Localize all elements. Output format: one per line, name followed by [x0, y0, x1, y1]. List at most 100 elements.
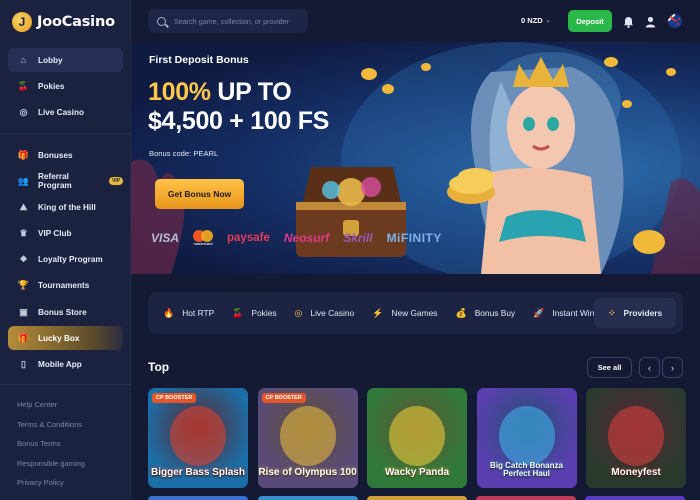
sidebar-item-label: Mobile App: [38, 360, 82, 369]
game-card-row2[interactable]: [367, 496, 467, 500]
grid-icon: ⁘: [608, 307, 616, 318]
sidebar-item-pokies[interactable]: 🍒 Pokies: [8, 74, 123, 98]
game-title: Big Catch Bonanza Perfect Haul: [490, 461, 563, 478]
game-title: Bigger Bass Splash: [151, 467, 245, 478]
rocket-icon: 🚀: [533, 307, 545, 318]
game-card-row2[interactable]: [258, 496, 358, 500]
skrill-logo: Skrill: [343, 231, 373, 245]
tab-new-games[interactable]: ⚡ New Games: [363, 298, 446, 328]
carousel-prev-button[interactable]: ‹: [639, 357, 660, 378]
tab-providers[interactable]: ⁘ Providers: [594, 298, 677, 328]
sidebar-item-lucky-box[interactable]: 🎁 Lucky Box: [8, 326, 123, 351]
sidebar: J JooCasino ⌂ Lobby 🍒 Pokies ◎ Live Casino 🎁 B…: [0, 0, 131, 500]
balance-selector[interactable]: 0 NZD ⌄: [521, 16, 551, 25]
sidebar-item-label: VIP Club: [38, 229, 72, 239]
neosurf-logo: Neosurf: [283, 231, 330, 245]
game-carousel: CP BOOSTER Bigger Bass Splash CP BOOSTER Ri…: [148, 388, 686, 488]
tab-live-casino[interactable]: ◎ Live Casino: [286, 298, 364, 328]
payment-methods: VISA mastercard paysafe Neosurf Skrill M…: [151, 230, 442, 246]
user-profile-icon[interactable]: [645, 15, 656, 33]
see-all-button[interactable]: See all: [587, 357, 632, 378]
tab-label: Instant Win: [552, 308, 594, 318]
sidebar-item-label: Lucky Box: [38, 333, 80, 343]
brand-logo[interactable]: J JooCasino: [12, 12, 115, 32]
bonus-title: First Deposit Bonus: [149, 54, 249, 66]
sidebar-divider: [0, 133, 131, 134]
game-card-row2[interactable]: [148, 496, 248, 500]
mastercard-circles-icon: [193, 230, 214, 242]
gift-icon: 🎁: [17, 149, 30, 160]
bonus-headline-rest: UP TO: [210, 78, 292, 106]
sidebar-item-label: Referral Program: [38, 172, 72, 191]
game-card-rise-of-olympus-100[interactable]: CP BOOSTER Rise of Olympus 100: [257, 388, 358, 488]
bonus-code: Bonus code: PEARL: [149, 149, 219, 158]
language-flag-icon[interactable]: [668, 14, 682, 28]
sidebar-item-referral-program[interactable]: 👥 Referral Program VIP: [8, 169, 123, 193]
get-bonus-button[interactable]: Get Bonus Now: [155, 179, 244, 209]
help-center-link[interactable]: Help Center: [17, 398, 85, 418]
mifinity-logo: MiFINITY: [386, 231, 442, 245]
game-title: Rise of Olympus 100: [258, 467, 357, 478]
responsible-gaming-link[interactable]: Responsible gaming: [17, 457, 85, 477]
tab-instant-win[interactable]: 🚀 Instant Win: [524, 298, 594, 328]
tab-pokies[interactable]: 🍒 Pokies: [223, 298, 285, 328]
section-title: Top: [148, 360, 170, 374]
sidebar-divider: [0, 384, 131, 385]
sidebar-item-label: Bonus Store: [38, 307, 87, 317]
deposit-button[interactable]: Deposit: [568, 10, 612, 32]
tab-label: Hot RTP: [182, 308, 215, 318]
sidebar-item-vip-club[interactable]: ♛ VIP Club: [8, 222, 123, 246]
game-card-wacky-panda[interactable]: Wacky Panda: [367, 388, 467, 488]
mastercard-text: mastercard: [193, 242, 213, 246]
bag-icon: 💰: [455, 307, 467, 318]
bonus-terms-link[interactable]: Bonus Terms: [17, 437, 85, 457]
bonus-percent: 100%: [148, 78, 211, 106]
cherries-icon: 🍒: [17, 80, 30, 91]
sidebar-item-bonus-store[interactable]: ▣ Bonus Store: [8, 300, 123, 324]
sidebar-item-king-of-the-hill[interactable]: ⛰ King of the Hill: [8, 195, 123, 219]
search-bar[interactable]: [148, 9, 308, 33]
game-card-row2[interactable]: [585, 496, 685, 500]
sidebar-item-live-casino[interactable]: ◎ Live Casino: [8, 100, 123, 124]
game-card-row2[interactable]: [476, 496, 576, 500]
game-card-moneyfest[interactable]: Moneyfest: [586, 388, 686, 488]
sidebar-item-tournaments[interactable]: 🏆 Tournaments: [8, 274, 123, 298]
notifications-bell-icon[interactable]: [623, 15, 634, 33]
game-card-big-catch-bonanza-perfect-haul[interactable]: Big Catch Bonanza Perfect Haul: [476, 388, 577, 488]
game-badge: CP BOOSTER: [261, 393, 306, 403]
sidebar-item-loyalty-program[interactable]: ❖ Loyalty Program: [8, 248, 123, 272]
promo-banner[interactable]: First Deposit Bonus 100% UP TO $4,500 + …: [131, 42, 700, 274]
tab-hot-rtp[interactable]: 🔥 Hot RTP: [154, 298, 223, 328]
terms-link[interactable]: Terms & Conditions: [17, 418, 85, 438]
sidebar-item-label: Live Casino: [38, 107, 84, 117]
users-icon: 👥: [17, 175, 30, 186]
category-tabs-list: 🔥 Hot RTP 🍒 Pokies ◎ Live Casino ⚡ New Games 💰 Bo…: [154, 298, 594, 328]
bonus-amount: $4,500 + 100 FS: [148, 107, 330, 135]
tab-bonus-buy[interactable]: 💰 Bonus Buy: [446, 298, 524, 328]
sidebar-item-mobile-app[interactable]: ▯ Mobile App: [8, 353, 123, 377]
tab-label: Bonus Buy: [474, 308, 516, 318]
roulette-icon: ◎: [294, 307, 303, 318]
sidebar-item-bonuses[interactable]: 🎁 Bonuses: [8, 143, 123, 167]
mountain-icon: ⛰: [19, 201, 28, 212]
crown-icon: ♛: [19, 228, 28, 239]
game-card-bigger-bass-splash[interactable]: CP BOOSTER Bigger Bass Splash: [148, 388, 248, 488]
privacy-policy-link[interactable]: Privacy Policy: [17, 476, 85, 496]
sidebar-item-label: Loyalty Program: [38, 255, 103, 265]
sidebar-item-label: Pokies: [38, 81, 65, 91]
bonus-headline: 100% UP TO $4,500 + 100 FS: [148, 78, 329, 136]
search-input[interactable]: [174, 16, 304, 26]
game-title: Moneyfest: [611, 467, 661, 478]
balance-value: 0 NZD: [521, 16, 543, 25]
sidebar-item-lobby[interactable]: ⌂ Lobby: [8, 48, 123, 72]
carousel-next-button[interactable]: ›: [662, 357, 683, 378]
roulette-icon: ◎: [19, 106, 28, 117]
trophy-icon: 🏆: [17, 280, 30, 291]
sidebar-item-label: King of the Hill: [38, 202, 96, 212]
trophy-star-icon: ❖: [19, 254, 28, 265]
tab-label: Live Casino: [310, 308, 355, 318]
logo-mark-icon: J: [12, 12, 32, 32]
sidebar-item-label: Tournaments: [38, 281, 90, 291]
search-icon: [157, 16, 166, 26]
paysafe-logo: paysafe: [227, 232, 270, 244]
